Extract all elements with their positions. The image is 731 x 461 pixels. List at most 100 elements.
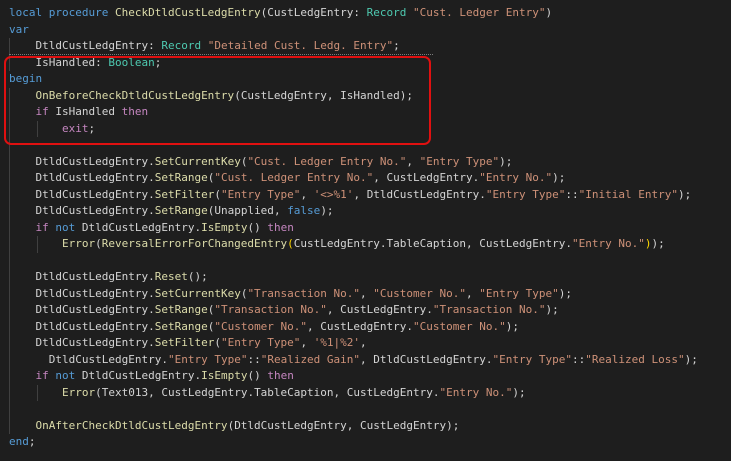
indent-guide (9, 285, 10, 302)
code-line-25 (0, 401, 731, 418)
type-token: Record (161, 39, 202, 52)
code-line-14: if not DtldCustLedgEntry.IsEmpty() then (0, 219, 731, 236)
indent-guide (9, 236, 10, 253)
punct-token: , (326, 88, 341, 102)
type-token: Boolean (108, 55, 155, 69)
identifier-token: CustLedgEntry (340, 303, 427, 316)
indent-guide (9, 417, 10, 434)
code-line-17: DtldCustLedgEntry.Reset(); (0, 269, 731, 286)
procedure-name-token: CheckDtldCustLedgEntry (114, 6, 261, 19)
identifier-token: DtldCustLedgEntry (81, 369, 195, 382)
method-token: SetRange (154, 303, 208, 316)
indent-guide (9, 368, 10, 385)
identifier-token: DtldCustLedgEntry (366, 187, 480, 201)
punct-token: , (353, 187, 367, 201)
indent-token (9, 89, 36, 102)
punct-token: . (148, 204, 155, 217)
indent-guide (9, 401, 10, 418)
literal-token: false (287, 204, 321, 217)
function-call-token: Error (61, 237, 96, 250)
code-line-2: var (0, 22, 731, 39)
string-token: "Entry Type" (167, 352, 248, 366)
control-keyword-token: then (121, 105, 149, 118)
indent-token (9, 320, 36, 333)
indent-guide (9, 219, 10, 236)
type-token: Record (366, 6, 407, 19)
punct-token: , (360, 336, 367, 349)
punct-token: , (360, 352, 374, 366)
indent-token (9, 56, 36, 69)
punct-token: . (148, 187, 155, 201)
punct-token: ); (320, 204, 334, 217)
indent-guide (9, 153, 10, 170)
punct-token: . (148, 270, 155, 283)
punct-token: () (247, 220, 268, 234)
punct-token: : (95, 55, 109, 69)
indent-guide (9, 87, 10, 104)
punct-token: , (466, 237, 480, 250)
punct-token: . (148, 319, 155, 333)
string-token: "Customer No." (214, 319, 308, 333)
method-token: SetFilter (154, 187, 215, 201)
punct-token: : (148, 39, 162, 52)
indent-token (9, 369, 36, 382)
code-line-18: DtldCustLedgEntry.SetCurrentKey("Transac… (0, 285, 731, 302)
punct-token: :: (565, 187, 579, 201)
punct-token: . (148, 303, 155, 316)
indent-token (9, 171, 36, 184)
keyword-token: var (9, 22, 29, 36)
identifier-token: DtldCustLedgEntry (35, 171, 149, 184)
punct-token: . (432, 385, 440, 399)
identifier-token: CustLedgEntry (161, 385, 248, 399)
punct-token: () (247, 369, 268, 382)
code-line-26: OnAfterCheckDtldCustLedgEntry(DtldCustLe… (0, 417, 731, 434)
function-call-token: OnAfterCheckDtldCustLedgEntry (35, 418, 228, 432)
code-line-11: DtldCustLedgEntry.SetRange("Cust. Ledger… (0, 170, 731, 187)
indent-token (9, 237, 62, 250)
indent-token (9, 270, 36, 283)
code-line-7: if IsHandled then (0, 104, 731, 121)
function-call-token: Error (61, 385, 96, 399)
punct-token: , (406, 154, 420, 168)
string-token: "Entry Type" (485, 187, 566, 201)
punct-token: ); (512, 385, 526, 399)
method-token: SetCurrentKey (154, 154, 241, 168)
identifier-token: DtldCustLedgEntry (35, 187, 149, 201)
identifier-token: CustLedgEntry (360, 418, 447, 432)
indent-guide (9, 170, 10, 187)
code-line-6: OnBeforeCheckDtldCustLedgEntry(CustLedgE… (0, 87, 731, 104)
string-token: "Cust. Ledger Entry No." (247, 154, 407, 168)
string-token: "Initial Entry" (578, 187, 678, 201)
code-line-24: Error(Text013, CustLedgEntry. TableCaptio… (0, 384, 731, 401)
punct-token: ); (552, 171, 566, 184)
identifier-token: DtldCustLedgEntry (35, 39, 149, 52)
identifier-token: CustLedgEntry (386, 171, 473, 184)
code-editor[interactable]: local procedure CheckDtldCustLedgEntry(C… (0, 0, 731, 461)
punct-token: ( (214, 336, 221, 349)
identifier-token: CustLedgEntry (267, 6, 354, 19)
code-line-10: DtldCustLedgEntry.SetCurrentKey("Cust. L… (0, 153, 731, 170)
string-token: "Detailed Cust. Ledg. Entry" (207, 39, 394, 52)
control-keyword-token: if (35, 369, 49, 382)
identifier-token: DtldCustLedgEntry (35, 154, 149, 168)
code-line-19: DtldCustLedgEntry.SetRange("Transaction … (0, 302, 731, 319)
control-keyword-token: if (35, 105, 49, 118)
string-token: "Transaction No." (214, 303, 327, 316)
indent-guide (9, 137, 10, 154)
keyword-token: begin (9, 72, 43, 85)
identifier-token: DtldCustLedgEntry (234, 418, 347, 432)
string-token: '<>%1' (313, 187, 354, 201)
punct-token: ); (499, 154, 513, 168)
identifier-token: DtldCustLedgEntry (35, 286, 149, 300)
indent-guide (37, 236, 38, 253)
indent-guide (9, 302, 10, 319)
punct-token: ( (95, 237, 102, 250)
identifier-token: DtldCustLedgEntry (373, 352, 486, 366)
punct-token: ); (651, 237, 665, 250)
indent-token (9, 386, 62, 399)
punct-token: . (485, 352, 493, 366)
identifier-token: CustLedgEntry (479, 237, 566, 250)
punct-token: :: (572, 352, 586, 366)
indent-guide (9, 318, 10, 335)
